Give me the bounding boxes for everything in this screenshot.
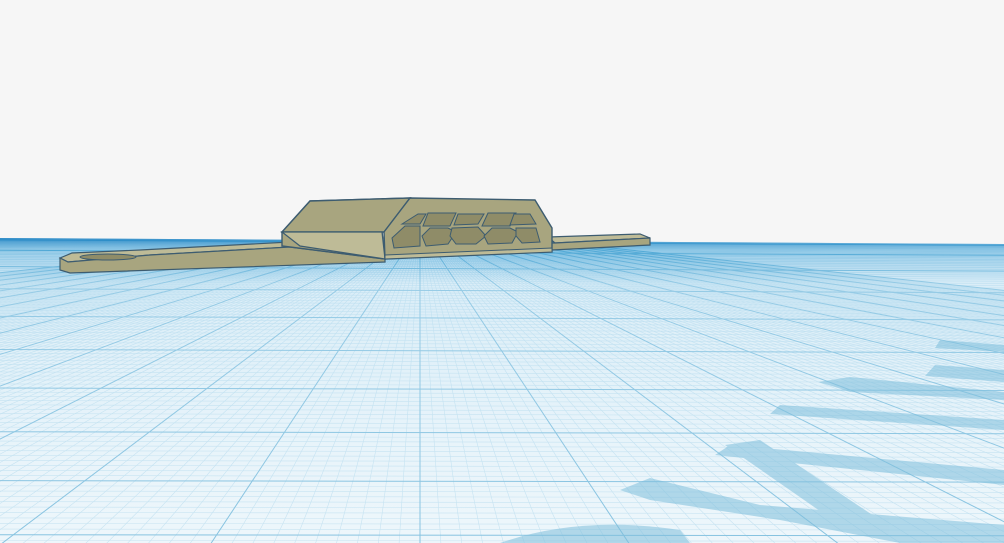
mounting-hole-icon xyxy=(79,253,137,261)
3d-viewport[interactable] xyxy=(0,0,1004,543)
workplane-scene[interactable] xyxy=(0,0,1004,543)
